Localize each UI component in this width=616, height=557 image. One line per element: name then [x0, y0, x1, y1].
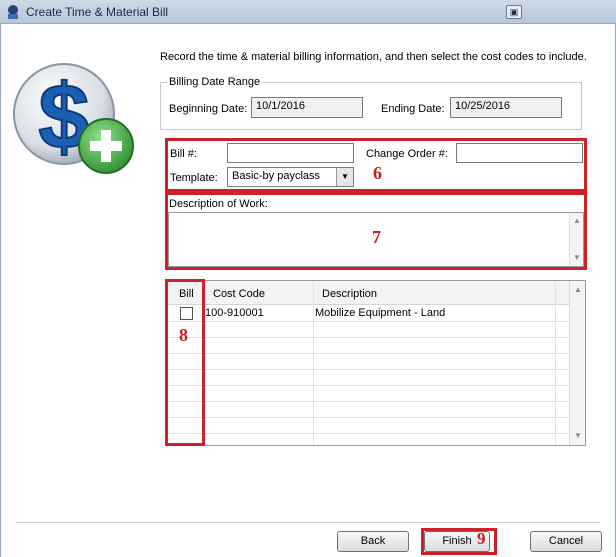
- table-row[interactable]: 100-910001 Mobilize Equipment - Land: [167, 305, 569, 321]
- instructions-text: Record the time & material billing infor…: [160, 51, 587, 63]
- ending-date-label: Ending Date:: [381, 103, 445, 115]
- description-label: Description of Work:: [169, 198, 268, 210]
- chevron-down-icon[interactable]: ▼: [336, 168, 353, 186]
- row-divider: [167, 433, 569, 434]
- row-divider: [167, 417, 569, 418]
- row-divider: [167, 369, 569, 370]
- row-divider: [167, 401, 569, 402]
- column-header-cost-code[interactable]: Cost Code: [213, 288, 265, 300]
- cost-code-cell: 100-910001: [205, 307, 264, 319]
- ending-date-field: 10/25/2016: [450, 97, 562, 118]
- description-scrollbar[interactable]: ▲ ▼: [569, 213, 583, 266]
- row-divider: [167, 337, 569, 338]
- template-select-value: Basic-by payclass: [232, 170, 321, 182]
- row-divider: [167, 321, 569, 322]
- annotation-9: 9: [477, 529, 486, 548]
- app-icon: [8, 5, 18, 19]
- column-header-description[interactable]: Description: [322, 288, 377, 300]
- billing-date-range-label: Billing Date Range: [167, 76, 263, 88]
- annotation-6: 6: [373, 163, 382, 183]
- table-scrollbar[interactable]: ▲ ▼: [569, 281, 585, 445]
- scroll-down-icon[interactable]: ▼: [572, 431, 584, 440]
- finish-button-label: Finish: [442, 535, 472, 547]
- billing-logo-icon: $: [13, 63, 134, 174]
- annotation-8: 8: [179, 325, 188, 345]
- back-button[interactable]: Back: [337, 531, 409, 552]
- row-divider: [167, 385, 569, 386]
- cost-code-table: Bill Cost Code Description 100-910001 Mo…: [166, 280, 586, 446]
- beginning-date-label: Beginning Date:: [169, 103, 248, 115]
- description-cell: Mobilize Equipment - Land: [315, 307, 446, 319]
- template-label: Template:: [170, 172, 218, 184]
- annotation-7: 7: [372, 227, 381, 247]
- cancel-button[interactable]: Cancel: [530, 531, 602, 552]
- beginning-date-field: 10/1/2016: [251, 97, 363, 118]
- bill-number-label: Bill #:: [170, 148, 197, 160]
- row-divider: [167, 353, 569, 354]
- scroll-up-icon[interactable]: ▲: [571, 216, 583, 225]
- change-order-label: Change Order #:: [366, 148, 448, 160]
- scroll-up-icon[interactable]: ▲: [572, 285, 584, 294]
- title-bar: Create Time & Material Bill ▣: [0, 0, 616, 24]
- bill-number-input[interactable]: [227, 143, 354, 163]
- footer-separator: [16, 522, 600, 523]
- system-menu-button[interactable]: ▣: [506, 5, 522, 19]
- template-select[interactable]: Basic-by payclass: [227, 167, 354, 187]
- window-title: Create Time & Material Bill: [26, 5, 169, 19]
- scroll-down-icon[interactable]: ▼: [571, 253, 583, 262]
- bill-column-highlight: [165, 279, 205, 446]
- change-order-input[interactable]: [456, 143, 583, 163]
